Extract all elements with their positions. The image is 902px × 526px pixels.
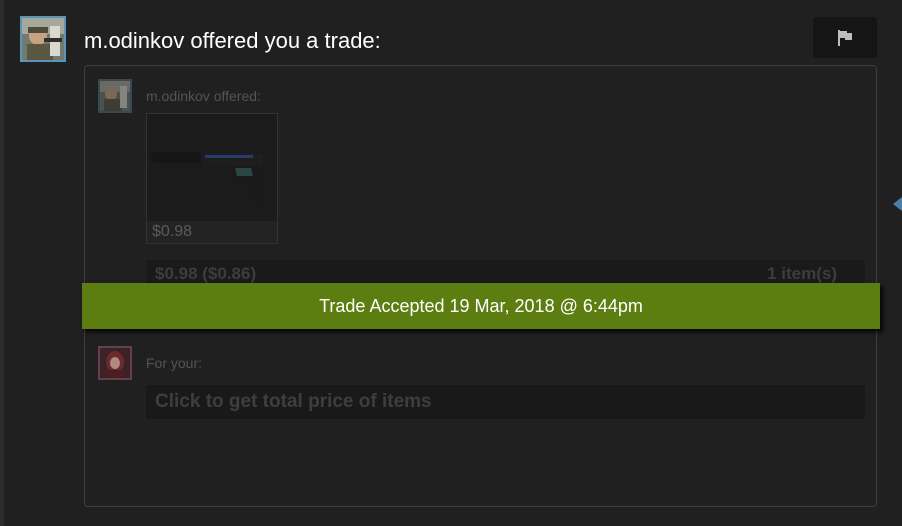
offered-item[interactable]: $0.98 <box>146 113 278 244</box>
sender-avatar[interactable] <box>20 16 66 62</box>
pistol-item-image <box>151 152 265 204</box>
get-total-price-button[interactable]: Click to get total price of items <box>146 385 865 419</box>
offered-item-count: 1 item(s) <box>767 264 837 283</box>
sender-offered-label: m.odinkov offered: <box>146 88 261 104</box>
trade-status-text: Trade Accepted 19 Mar, 2018 @ 6:44pm <box>319 295 643 316</box>
side-arrow-icon[interactable] <box>893 197 902 211</box>
report-button[interactable] <box>813 17 877 58</box>
offered-total-price: $0.98 ($0.86) <box>155 264 257 283</box>
sender-avatar-small-image <box>100 81 130 111</box>
my-avatar-image <box>100 348 130 378</box>
item-price: $0.98 <box>147 221 277 243</box>
flag-icon <box>838 29 852 46</box>
for-your-label: For your: <box>146 355 203 371</box>
sender-avatar-image <box>22 18 64 60</box>
trade-accepted-banner: Trade Accepted 19 Mar, 2018 @ 6:44pm <box>82 283 880 329</box>
left-edge-strip <box>0 0 4 526</box>
trade-offer-title: m.odinkov offered you a trade: <box>84 28 381 53</box>
my-avatar-small[interactable] <box>98 346 132 380</box>
sender-avatar-small[interactable] <box>98 79 132 113</box>
